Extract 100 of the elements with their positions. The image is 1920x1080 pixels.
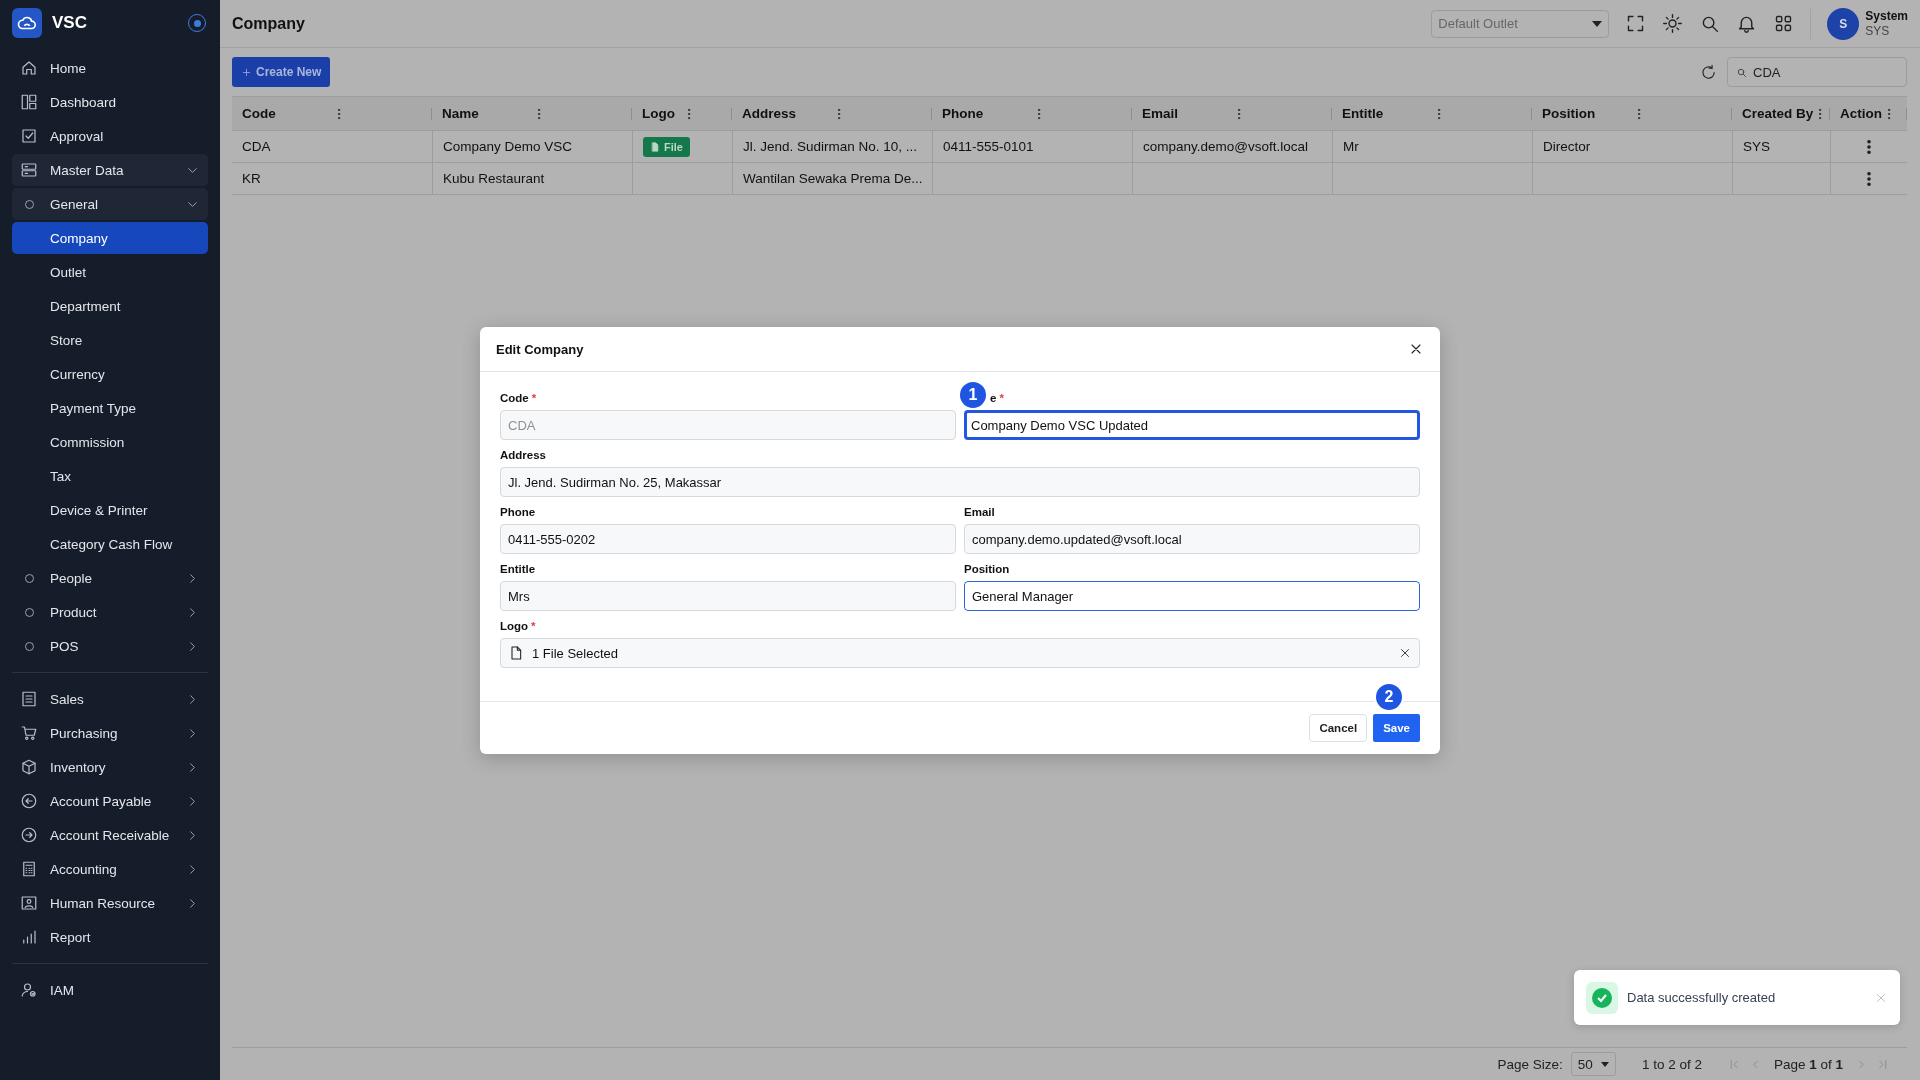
- sidebar-item[interactable]: Account Payable: [12, 785, 208, 817]
- sidebar-item[interactable]: Currency: [12, 358, 208, 390]
- sidebar-item[interactable]: Accounting: [12, 853, 208, 885]
- input-field[interactable]: General Manager: [964, 581, 1420, 611]
- server-icon: [20, 161, 38, 179]
- record-range: 1 to 2 of 2: [1641, 1056, 1702, 1072]
- sidebar-item[interactable]: Department: [12, 290, 208, 322]
- save-button[interactable]: Save: [1373, 714, 1420, 742]
- sidebar-item[interactable]: Account Receivable: [12, 819, 208, 851]
- search-field[interactable]: CDA: [1727, 57, 1907, 87]
- input-field[interactable]: 0411-555-0202: [500, 524, 956, 554]
- id-card-icon: [20, 894, 38, 912]
- sidebar-item[interactable]: General: [12, 188, 208, 220]
- column-header[interactable]: Position: [1532, 96, 1732, 130]
- sidebar-item[interactable]: Report: [12, 921, 208, 953]
- field-label: e: [990, 392, 997, 406]
- table-cell: CDA: [232, 130, 432, 162]
- field-label: Position: [964, 563, 1010, 577]
- calculator-icon: [20, 860, 38, 878]
- refresh-icon[interactable]: [1700, 63, 1717, 81]
- select-placeholder: Default Outlet: [1438, 16, 1519, 31]
- page-size-select[interactable]: 50: [1570, 1052, 1616, 1076]
- modal-title: Edit Company: [496, 341, 585, 357]
- cart-icon: [20, 724, 38, 742]
- sidebar-item[interactable]: Product: [12, 596, 208, 628]
- sidebar-item[interactable]: Human Resource: [12, 887, 208, 919]
- table-cell: Wantilan Sewaka Prema De...: [732, 162, 932, 194]
- checkbox-icon: [20, 127, 38, 145]
- required-mark: *: [531, 620, 536, 634]
- sidebar-item[interactable]: POS: [12, 630, 208, 662]
- column-header[interactable]: Name: [432, 96, 632, 130]
- column-header[interactable]: Email: [1132, 96, 1332, 130]
- field-label: Logo: [500, 620, 529, 634]
- page-indicator: Page 1 of 1: [1773, 1056, 1843, 1072]
- table-cell: Mr: [1332, 130, 1532, 162]
- required-mark: *: [999, 392, 1004, 406]
- table-cell: Company Demo VSC: [432, 130, 632, 162]
- column-header[interactable]: Address: [732, 96, 932, 130]
- sidebar-item[interactable]: Company: [12, 222, 208, 254]
- column-header[interactable]: Logo: [632, 96, 732, 130]
- search-icon: [1736, 66, 1747, 78]
- sidebar-item[interactable]: Payment Type: [12, 392, 208, 424]
- sidebar-item[interactable]: Device & Printer: [12, 494, 208, 526]
- dashboard-icon: [20, 93, 38, 111]
- sun-icon[interactable]: [1662, 13, 1684, 34]
- required-mark: *: [531, 392, 537, 406]
- dropdown-caret-icon: [1600, 1061, 1609, 1067]
- document-list-icon: [20, 690, 38, 708]
- sidebar-item[interactable]: People: [12, 562, 208, 594]
- column-header[interactable]: Created By: [1732, 96, 1830, 130]
- clear-icon[interactable]: [1398, 646, 1412, 660]
- table-cell: Director: [1532, 130, 1732, 162]
- column-header[interactable]: Action: [1830, 96, 1907, 130]
- page-size-label: Page Size:: [1497, 1056, 1563, 1072]
- sidebar-item[interactable]: Approval: [12, 120, 208, 152]
- box-icon: [20, 758, 38, 776]
- sidebar-item[interactable]: Commission: [12, 426, 208, 458]
- column-header[interactable]: Entitle: [1332, 96, 1532, 130]
- input-field[interactable]: Company Demo VSC Updated: [964, 410, 1420, 440]
- bar-chart-icon: [20, 928, 38, 946]
- sidebar-item[interactable]: Tax: [12, 460, 208, 492]
- file-icon: [650, 141, 660, 152]
- home-icon: [20, 59, 38, 77]
- user-icon: [20, 981, 38, 999]
- sidebar-item[interactable]: Store: [12, 324, 208, 356]
- step-badge: 1: [958, 380, 988, 410]
- arrow-left-circle-icon: [20, 792, 38, 810]
- cancel-button[interactable]: Cancel: [1309, 714, 1368, 742]
- arrow-right-circle-icon: [20, 826, 38, 844]
- step-badge: 2: [1374, 682, 1404, 712]
- input-field[interactable]: Jl. Jend. Sudirman No. 25, Makassar: [500, 467, 1420, 497]
- sidebar-item[interactable]: Outlet: [12, 256, 208, 288]
- sidebar-item[interactable]: IAM: [12, 974, 208, 1006]
- sidebar-item[interactable]: Inventory: [12, 751, 208, 783]
- sidebar-item[interactable]: Dashboard: [12, 86, 208, 118]
- user-code: SYS: [1865, 23, 1891, 39]
- field-label: Address: [500, 449, 547, 463]
- user-avatar[interactable]: S: [1827, 7, 1860, 40]
- input-field[interactable]: Mrs: [500, 581, 956, 611]
- field-label: Phone: [500, 506, 536, 520]
- file-field[interactable]: 1 File Selected: [500, 638, 1420, 668]
- brand-name: VSC: [52, 13, 88, 33]
- table-cell: company.demo@vsoft.local: [1132, 130, 1332, 162]
- sidebar-item[interactable]: Master Data: [12, 154, 208, 186]
- input-field[interactable]: company.demo.updated@vsoft.local: [964, 524, 1420, 554]
- column-header[interactable]: Code: [232, 96, 432, 130]
- sidebar-item[interactable]: Home: [12, 52, 208, 84]
- sidebar-item[interactable]: Category Cash Flow: [12, 528, 208, 560]
- table-cell: Kubu Restaurant: [432, 162, 632, 194]
- plus-icon: [241, 66, 252, 78]
- table-cell: KR: [232, 162, 432, 194]
- file-badge[interactable]: File: [643, 136, 690, 157]
- create-new-button[interactable]: Create New: [232, 57, 331, 87]
- column-header[interactable]: Phone: [932, 96, 1132, 130]
- file-icon: [508, 645, 524, 661]
- sidebar-item[interactable]: Sales: [12, 683, 208, 715]
- sidebar-item[interactable]: Purchasing: [12, 717, 208, 749]
- field-label: Email: [964, 506, 995, 520]
- field-label: Entitle: [500, 563, 536, 577]
- user-name: System: [1865, 8, 1908, 24]
